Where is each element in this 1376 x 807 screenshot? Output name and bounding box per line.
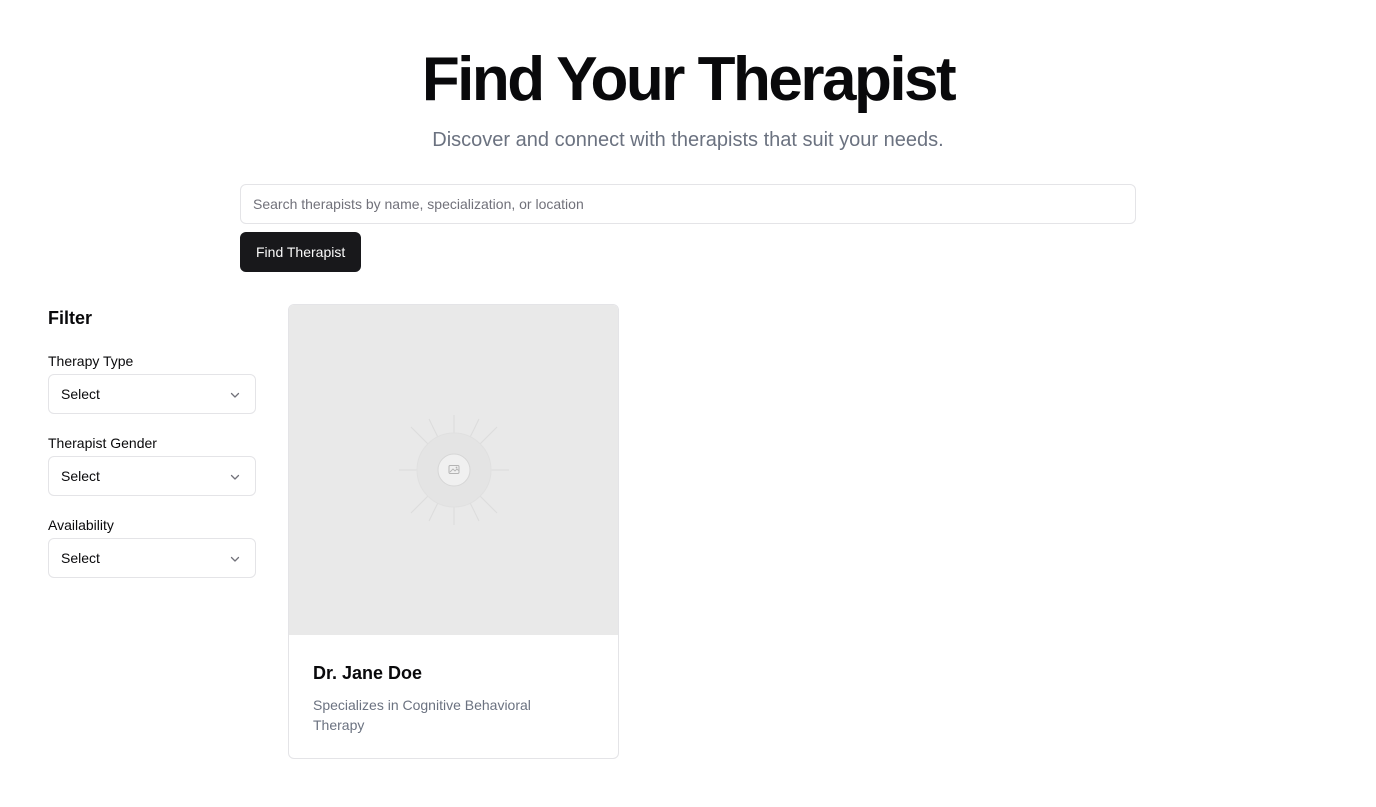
image-placeholder-icon — [398, 415, 509, 525]
chevron-down-icon — [230, 474, 240, 480]
select-value: Select — [61, 468, 100, 484]
chevron-down-icon — [230, 556, 240, 562]
card-body: Dr. Jane Doe Specializes in Cognitive Be… — [289, 635, 618, 735]
therapist-specialization: Specializes in Cognitive Behavioral Ther… — [313, 697, 531, 733]
search-input[interactable] — [240, 184, 1136, 224]
filter-label: Therapy Type — [48, 353, 134, 369]
therapy-type-select[interactable]: Select — [48, 374, 256, 414]
search-area: Find Therapist — [240, 184, 1136, 272]
availability-select[interactable]: Select — [48, 538, 256, 578]
select-value: Select — [61, 550, 100, 566]
filter-title: Filter — [48, 308, 93, 328]
find-therapist-button[interactable]: Find Therapist — [240, 232, 362, 272]
hero-section: Find Your Therapist Discover and connect… — [0, 44, 1376, 154]
filter-therapist-gender: Therapist Gender Select — [48, 434, 256, 496]
therapist-name: Dr. Jane Doe — [313, 663, 423, 683]
page: Find Your Therapist Discover and connect… — [0, 0, 1376, 807]
results-grid: Dr. Jane Doe Specializes in Cognitive Be… — [288, 304, 619, 759]
filter-label: Availability — [48, 517, 114, 533]
filter-panel: Filter Therapy Type Select Therapist Gen… — [48, 306, 256, 578]
therapist-card[interactable]: Dr. Jane Doe Specializes in Cognitive Be… — [288, 304, 619, 759]
chevron-down-icon — [230, 392, 240, 398]
page-title: Find Your Therapist — [421, 45, 957, 114]
therapist-photo-placeholder — [289, 305, 618, 635]
select-value: Select — [61, 386, 100, 402]
filter-label: Therapist Gender — [48, 435, 157, 451]
filter-availability: Availability Select — [48, 516, 256, 578]
page-subtitle: Discover and connect with therapists tha… — [432, 129, 944, 151]
therapist-gender-select[interactable]: Select — [48, 456, 256, 496]
filter-therapy-type: Therapy Type Select — [48, 352, 256, 414]
